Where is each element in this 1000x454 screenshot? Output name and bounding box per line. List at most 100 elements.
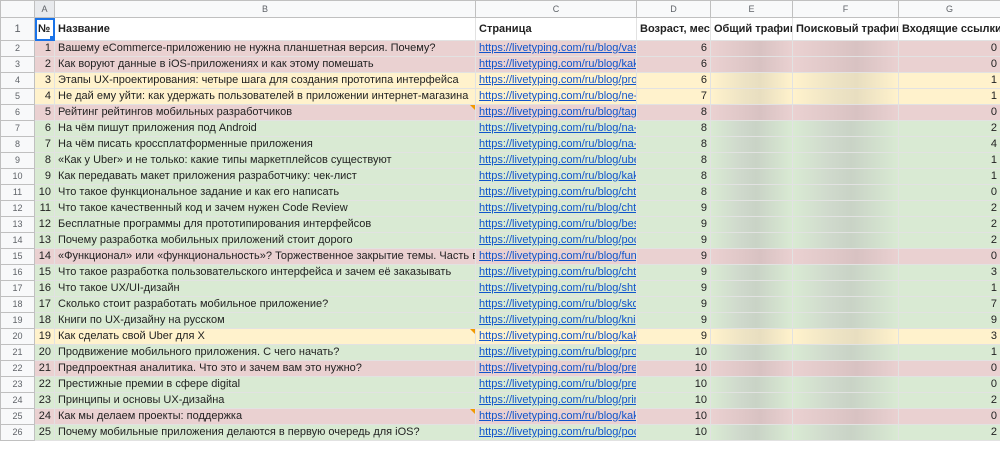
cell-total-traffic[interactable]	[710, 136, 793, 153]
header-cell-total-traffic[interactable]: Общий трафик	[710, 17, 793, 41]
cell-search-traffic[interactable]	[792, 56, 899, 73]
cell-num[interactable]: 24	[34, 408, 55, 425]
cell-search-traffic[interactable]	[792, 72, 899, 89]
cell-num[interactable]: 20	[34, 344, 55, 361]
cell-page-link[interactable]: https://livetyping.com/ru/blog/taglin	[475, 104, 637, 121]
cell-title[interactable]: На чём пишут приложения под Android	[54, 120, 476, 137]
row-number[interactable]: 22	[0, 360, 35, 377]
cell-total-traffic[interactable]	[710, 168, 793, 185]
cell-num[interactable]: 25	[34, 424, 55, 441]
cell-num[interactable]: 19	[34, 328, 55, 345]
cell-search-traffic[interactable]	[792, 344, 899, 361]
cell-page-link[interactable]: https://livetyping.com/ru/blog/prodv	[475, 344, 637, 361]
cell-search-traffic[interactable]	[792, 280, 899, 297]
header-cell-page[interactable]: Страница	[475, 17, 637, 41]
cell-num[interactable]: 21	[34, 360, 55, 377]
cell-search-traffic[interactable]	[792, 248, 899, 265]
cell-age[interactable]: 10	[636, 424, 711, 441]
row-number[interactable]: 19	[0, 312, 35, 329]
row-number[interactable]: 25	[0, 408, 35, 425]
header-cell-age[interactable]: Возраст, мес.	[636, 17, 711, 41]
cell-title[interactable]: Что такое разработка пользовательского и…	[54, 264, 476, 281]
cell-incoming-links[interactable]: 0	[898, 56, 1000, 73]
cell-page-link[interactable]: https://livetyping.com/ru/blog/chto-t	[475, 264, 637, 281]
cell-page-link[interactable]: https://livetyping.com/ru/blog/bespl	[475, 216, 637, 233]
cell-search-traffic[interactable]	[792, 408, 899, 425]
cell-incoming-links[interactable]: 0	[898, 360, 1000, 377]
cell-incoming-links[interactable]: 1	[898, 344, 1000, 361]
cell-search-traffic[interactable]	[792, 104, 899, 121]
cell-page-link[interactable]: https://livetyping.com/ru/blog/predp	[475, 360, 637, 377]
cell-search-traffic[interactable]	[792, 296, 899, 313]
cell-page-link[interactable]: https://livetyping.com/ru/blog/chto-t	[475, 200, 637, 217]
cell-total-traffic[interactable]	[710, 40, 793, 57]
cell-page-link[interactable]: https://livetyping.com/ru/blog/ne-da	[475, 88, 637, 105]
cell-search-traffic[interactable]	[792, 168, 899, 185]
cell-incoming-links[interactable]: 2	[898, 120, 1000, 137]
cell-age[interactable]: 9	[636, 232, 711, 249]
column-header-d[interactable]: D	[636, 0, 711, 18]
cell-age[interactable]: 9	[636, 216, 711, 233]
cell-page-link[interactable]: https://livetyping.com/ru/blog/kak-p	[475, 168, 637, 185]
row-number[interactable]: 23	[0, 376, 35, 393]
row-number[interactable]: 16	[0, 264, 35, 281]
row-number[interactable]: 2	[0, 40, 35, 57]
select-all-corner[interactable]	[0, 0, 35, 18]
cell-incoming-links[interactable]: 4	[898, 136, 1000, 153]
cell-incoming-links[interactable]: 0	[898, 408, 1000, 425]
cell-search-traffic[interactable]	[792, 328, 899, 345]
cell-age[interactable]: 8	[636, 136, 711, 153]
header-cell-num[interactable]: №	[34, 17, 55, 41]
cell-incoming-links[interactable]: 2	[898, 232, 1000, 249]
cell-total-traffic[interactable]	[710, 312, 793, 329]
cell-num[interactable]: 13	[34, 232, 55, 249]
cell-page-link[interactable]: https://livetyping.com/ru/blog/skolk	[475, 296, 637, 313]
cell-incoming-links[interactable]: 1	[898, 152, 1000, 169]
cell-title[interactable]: Бесплатные программы для прототипировани…	[54, 216, 476, 233]
spreadsheet-grid[interactable]: A B C D E F G 1 № Название Страница Возр…	[0, 0, 1000, 454]
row-number[interactable]: 8	[0, 136, 35, 153]
cell-total-traffic[interactable]	[710, 184, 793, 201]
cell-search-traffic[interactable]	[792, 184, 899, 201]
column-header-f[interactable]: F	[792, 0, 899, 18]
cell-num[interactable]: 9	[34, 168, 55, 185]
cell-incoming-links[interactable]: 9	[898, 312, 1000, 329]
column-header-a[interactable]: A	[34, 0, 55, 18]
cell-incoming-links[interactable]: 3	[898, 328, 1000, 345]
cell-incoming-links[interactable]: 2	[898, 200, 1000, 217]
cell-age[interactable]: 6	[636, 56, 711, 73]
cell-num[interactable]: 11	[34, 200, 55, 217]
cell-total-traffic[interactable]	[710, 328, 793, 345]
row-number[interactable]: 3	[0, 56, 35, 73]
cell-incoming-links[interactable]: 0	[898, 104, 1000, 121]
cell-search-traffic[interactable]	[792, 152, 899, 169]
cell-age[interactable]: 9	[636, 328, 711, 345]
cell-search-traffic[interactable]	[792, 120, 899, 137]
cell-total-traffic[interactable]	[710, 344, 793, 361]
cell-total-traffic[interactable]	[710, 248, 793, 265]
cell-incoming-links[interactable]: 2	[898, 392, 1000, 409]
cell-title[interactable]: Не дай ему уйти: как удержать пользовате…	[54, 88, 476, 105]
cell-total-traffic[interactable]	[710, 408, 793, 425]
cell-num[interactable]: 17	[34, 296, 55, 313]
row-number[interactable]: 21	[0, 344, 35, 361]
cell-title[interactable]: Что такое качественный код и зачем нужен…	[54, 200, 476, 217]
cell-title[interactable]: Как сделать свой Uber для X	[54, 328, 476, 345]
cell-title[interactable]: Как воруют данные в iOS-приложениях и ка…	[54, 56, 476, 73]
cell-total-traffic[interactable]	[710, 296, 793, 313]
cell-total-traffic[interactable]	[710, 200, 793, 217]
column-header-b[interactable]: B	[54, 0, 476, 18]
cell-title[interactable]: Как передавать макет приложения разработ…	[54, 168, 476, 185]
row-number[interactable]: 7	[0, 120, 35, 137]
cell-age[interactable]: 9	[636, 280, 711, 297]
row-number[interactable]: 26	[0, 424, 35, 441]
cell-page-link[interactable]: https://livetyping.com/ru/blog/vashe	[475, 40, 637, 57]
row-number[interactable]: 10	[0, 168, 35, 185]
cell-incoming-links[interactable]: 1	[898, 280, 1000, 297]
cell-title[interactable]: Продвижение мобильного приложения. С чег…	[54, 344, 476, 361]
cell-search-traffic[interactable]	[792, 392, 899, 409]
cell-total-traffic[interactable]	[710, 88, 793, 105]
cell-age[interactable]: 9	[636, 296, 711, 313]
cell-age[interactable]: 8	[636, 104, 711, 121]
cell-page-link[interactable]: https://livetyping.com/ru/blog/na-ch	[475, 120, 637, 137]
